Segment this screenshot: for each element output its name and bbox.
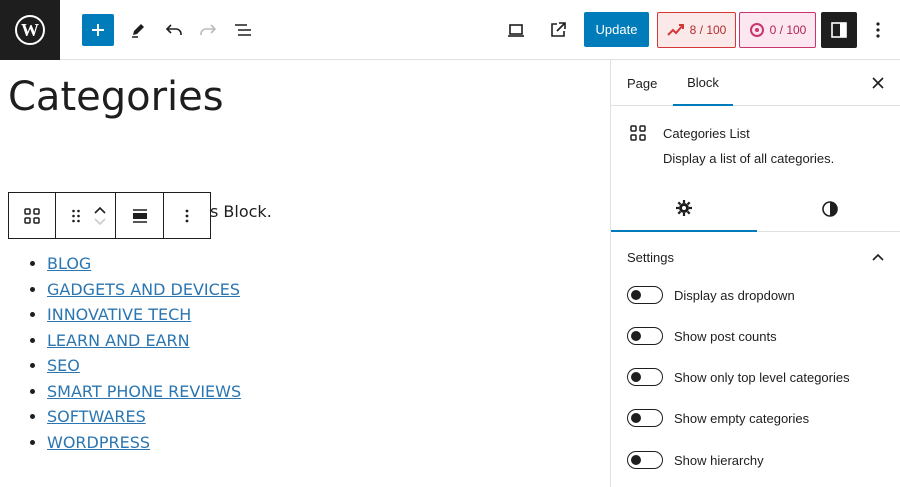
gear-icon: [676, 200, 692, 216]
seo-score-value: 8 / 100: [689, 23, 727, 37]
preview-button[interactable]: [500, 14, 532, 46]
close-icon: [872, 77, 884, 89]
list-item: BLOG: [47, 254, 241, 280]
align-button[interactable]: [129, 205, 151, 227]
update-button-label: Update: [595, 22, 638, 37]
list-item: SOFTWARES: [47, 407, 241, 433]
toggle-label: Show empty categories: [674, 410, 810, 426]
toggle-show-hierarchy: Show hierarchy: [627, 450, 887, 470]
block-options-button[interactable]: [176, 205, 198, 227]
block-toolbar-group-align: [116, 193, 164, 238]
paragraph-block[interactable]: s Block.: [210, 202, 272, 221]
tab-page[interactable]: Page: [627, 60, 657, 106]
sidebar-tabs: Page Block: [611, 60, 900, 106]
toggle-label: Show only top level categories: [674, 369, 850, 385]
contrast-icon: [822, 201, 838, 217]
redo-button[interactable]: [192, 14, 224, 46]
toggle-label: Display as dropdown: [674, 287, 795, 303]
block-card: Categories List Display a list of all ca…: [611, 106, 900, 174]
options-menu-button[interactable]: [862, 14, 894, 46]
block-type-button[interactable]: [21, 205, 43, 227]
inspector-tabs: [611, 186, 900, 232]
align-none-icon: [132, 208, 147, 223]
list-item: WORDPRESS: [47, 433, 241, 459]
desktop-icon: [508, 24, 524, 37]
list-item: SEO: [47, 356, 241, 382]
category-link[interactable]: LEARN AND EARN: [47, 331, 190, 350]
more-vertical-icon: [185, 209, 189, 222]
wordpress-logo-button[interactable]: W: [0, 0, 60, 60]
undo-icon: [165, 24, 182, 35]
external-link-icon: [551, 22, 566, 37]
category-link[interactable]: SEO: [47, 356, 80, 375]
settings-sidebar-toggle[interactable]: [821, 12, 857, 48]
categories-block-icon: [24, 207, 40, 224]
plus-icon: [92, 24, 104, 36]
sidebar-icon: [831, 22, 847, 38]
category-link[interactable]: BLOG: [47, 254, 91, 273]
category-link[interactable]: INNOVATIVE TECH: [47, 305, 191, 324]
block-card-title: Categories List: [663, 126, 750, 141]
wordpress-icon: W: [15, 15, 45, 45]
settings-sidebar: Page Block Categories List Display a lis…: [610, 60, 900, 487]
tab-settings[interactable]: [611, 186, 757, 232]
update-button[interactable]: Update: [584, 12, 649, 47]
categories-list: BLOG GADGETS AND DEVICES INNOVATIVE TECH…: [47, 254, 241, 458]
list-view-icon: [235, 24, 251, 36]
category-link[interactable]: WORDPRESS: [47, 433, 150, 452]
list-item: GADGETS AND DEVICES: [47, 280, 241, 306]
toggle-switch[interactable]: [627, 409, 663, 427]
category-link[interactable]: SMART PHONE REVIEWS: [47, 382, 241, 401]
view-page-button[interactable]: [542, 14, 574, 46]
content-ai-icon: [749, 23, 764, 37]
toggle-switch[interactable]: [627, 368, 663, 386]
move-down-icon[interactable]: [93, 217, 107, 227]
document-overview-button[interactable]: [227, 14, 259, 46]
drag-handle[interactable]: [65, 205, 87, 227]
category-link[interactable]: GADGETS AND DEVICES: [47, 280, 240, 299]
drag-handle-icon: [71, 209, 80, 222]
add-block-button[interactable]: [82, 14, 114, 46]
toggle-display-as-dropdown: Display as dropdown: [627, 285, 887, 305]
tab-styles[interactable]: [757, 186, 900, 232]
tools-button[interactable]: [122, 14, 154, 46]
list-item: INNOVATIVE TECH: [47, 305, 241, 331]
block-toolbar-group-transform: [9, 193, 56, 238]
toggle-label: Show hierarchy: [674, 452, 764, 468]
toggle-switch[interactable]: [627, 451, 663, 469]
rank-math-icon: [666, 24, 684, 36]
tab-block[interactable]: Block: [673, 60, 733, 106]
toggle-show-top-level: Show only top level categories: [627, 367, 887, 387]
move-up-icon[interactable]: [93, 205, 107, 215]
block-toolbar-group-options: [164, 193, 210, 238]
seo-score-button[interactable]: 8 / 100: [657, 12, 736, 48]
settings-panel-header[interactable]: Settings: [611, 243, 900, 273]
category-link[interactable]: SOFTWARES: [47, 407, 146, 426]
editor-top-toolbar: W Update 8 / 100 0 / 100: [0, 0, 900, 60]
toggle-show-empty: Show empty categories: [627, 408, 887, 428]
toggle-label: Show post counts: [674, 328, 777, 344]
readability-score-value: 0 / 100: [769, 23, 807, 37]
categories-block-icon: [630, 125, 646, 141]
undo-button[interactable]: [158, 14, 190, 46]
list-item: LEARN AND EARN: [47, 331, 241, 357]
settings-panel-title: Settings: [627, 250, 674, 265]
pencil-icon: [132, 24, 144, 38]
chevron-up-icon: [872, 253, 884, 261]
block-toolbar: [8, 192, 211, 239]
close-sidebar-button[interactable]: [867, 72, 889, 94]
block-toolbar-group-move: [56, 193, 116, 238]
toggle-switch[interactable]: [627, 286, 663, 304]
toggle-show-post-counts: Show post counts: [627, 326, 887, 346]
list-item: SMART PHONE REVIEWS: [47, 382, 241, 408]
toggle-switch[interactable]: [627, 327, 663, 345]
block-card-description: Display a list of all categories.: [663, 151, 835, 166]
more-vertical-icon: [876, 22, 880, 38]
readability-score-button[interactable]: 0 / 100: [739, 12, 816, 48]
svg-text:W: W: [21, 20, 39, 40]
move-buttons: [93, 205, 107, 227]
redo-icon: [200, 24, 217, 35]
page-title[interactable]: Categories: [8, 74, 224, 120]
